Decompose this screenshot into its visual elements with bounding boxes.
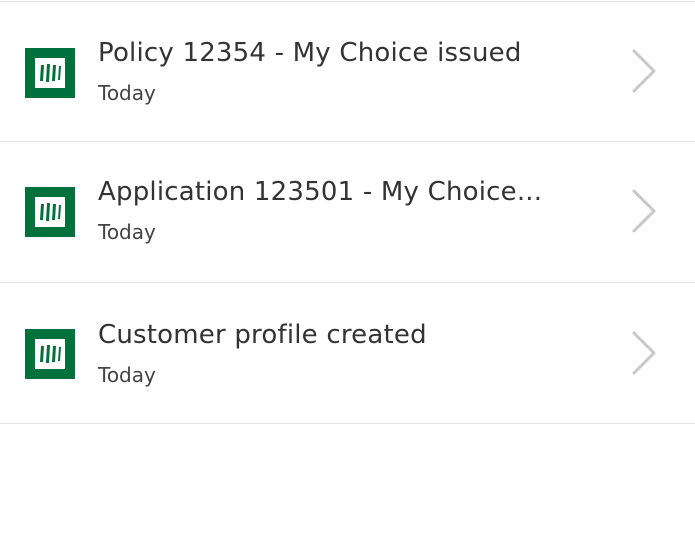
item-date: Today bbox=[98, 220, 156, 244]
list-item-customer-profile[interactable]: Customer profile created Today bbox=[0, 283, 695, 424]
item-date: Today bbox=[98, 363, 156, 387]
manulife-logo-icon bbox=[25, 329, 75, 379]
manulife-logo-icon bbox=[25, 48, 75, 98]
list-item-application[interactable]: Application 123501 - My Choice... Today bbox=[0, 142, 695, 283]
chevron-right-icon bbox=[632, 49, 656, 93]
item-title: Application 123501 - My Choice... bbox=[98, 177, 543, 207]
chevron-right-icon bbox=[632, 189, 656, 233]
item-date: Today bbox=[98, 81, 156, 105]
item-title: Customer profile created bbox=[98, 320, 427, 350]
chevron-right-icon bbox=[632, 331, 656, 375]
manulife-logo-icon bbox=[25, 187, 75, 237]
item-title: Policy 12354 - My Choice issued bbox=[98, 38, 522, 68]
list-item-policy-issued[interactable]: Policy 12354 - My Choice issued Today bbox=[0, 1, 695, 142]
